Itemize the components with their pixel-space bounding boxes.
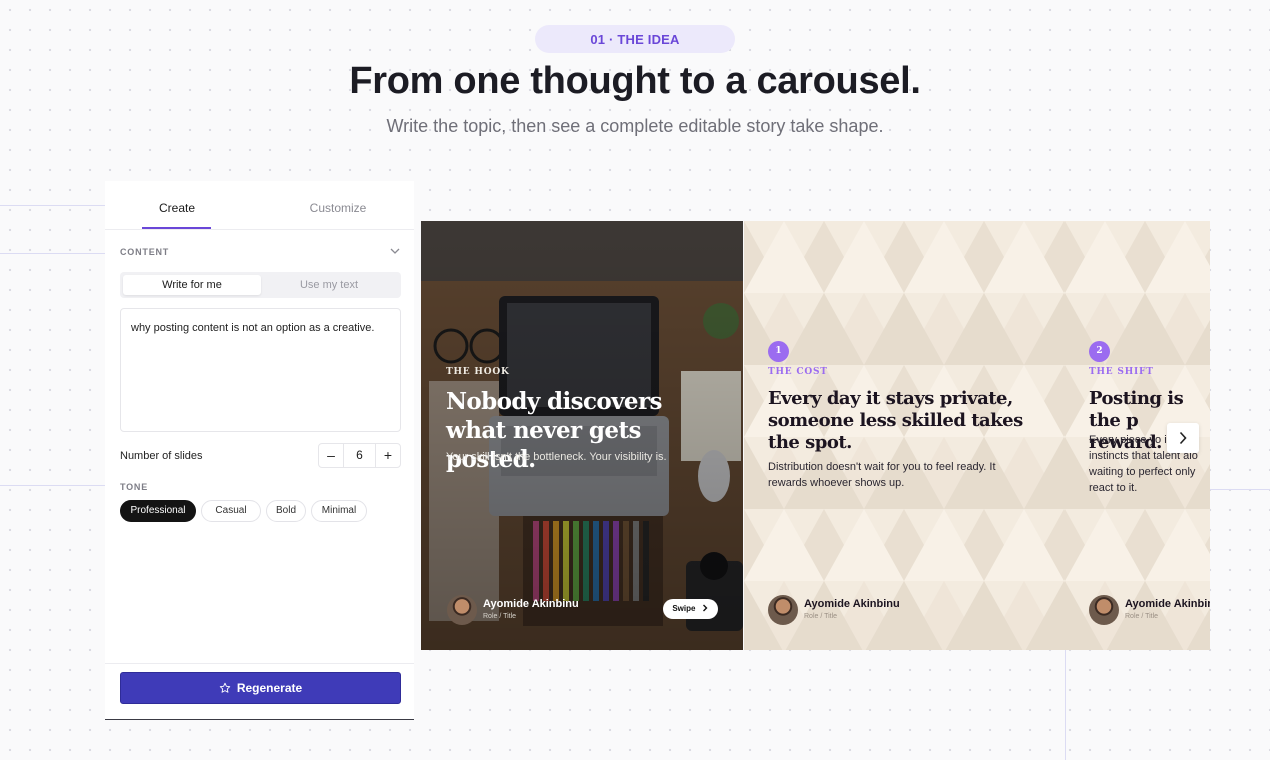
avatar [1089,595,1119,625]
swipe-label: Swipe [672,604,696,613]
slide-title: Every day it stays private, someone less… [768,388,1023,453]
swipe-button[interactable]: Swipe [663,599,718,619]
active-tab-indicator [142,227,211,229]
slide-hook[interactable]: THE HOOK Nobody discovers what never get… [421,221,743,650]
author-name: Ayomide Akinbinu [804,598,900,610]
slides-count-label: Number of slides [120,450,203,462]
slide-kicker: THE COST [768,367,828,377]
editor-panel: Create Customize CONTENT Write for me Us… [105,181,414,720]
slide-body: Distribution doesn't wait for you to fee… [768,461,996,489]
tone-chip-minimal[interactable]: Minimal [311,500,367,522]
chevron-right-icon [702,604,708,612]
slide-kicker: THE HOOK [446,367,510,377]
slide-cost[interactable]: 1 THE COST Every day it stays private, s… [744,221,1065,650]
decor-line [1210,489,1270,490]
mode-write-for-me[interactable]: Write for me [123,275,261,295]
tab-customize[interactable]: Customize [301,201,375,215]
page-title: From one thought to a carousel. [349,60,921,102]
avatar [447,595,477,625]
increment-button[interactable]: + [375,444,400,467]
decor-line [0,205,105,206]
slides-stepper: – 6 + [318,443,401,468]
tone-chip-professional[interactable]: Professional [120,500,196,522]
topic-input[interactable]: why posting content is not an option as … [120,308,401,432]
slide-number-badge: 2 [1089,341,1110,362]
chevron-down-icon[interactable] [389,245,401,257]
tone-section-label: TONE [120,482,149,492]
avatar [768,595,798,625]
panel-tabs: Create Customize [105,181,414,230]
author-role: Role / Title [804,613,838,620]
tab-create[interactable]: Create [143,201,211,215]
author-role: Role / Title [483,613,517,620]
mode-use-my-text[interactable]: Use my text [260,275,398,295]
author-name: Ayomide Akinbinu [483,598,579,610]
carousel-next-button[interactable] [1167,423,1199,453]
panel-divider [105,663,414,664]
content-section-label: CONTENT [120,247,170,257]
tone-chip-casual[interactable]: Casual [201,500,261,522]
chevron-right-icon [1179,431,1187,445]
tone-chip-bold[interactable]: Bold [266,500,306,522]
decor-line [0,485,105,486]
author-role: Role / Title [1125,613,1159,620]
slide-number-badge: 1 [768,341,789,362]
decor-line [1065,650,1066,760]
slides-count-value[interactable]: 6 [344,444,375,467]
content-mode-toggle: Write for me Use my text [120,272,401,298]
decor-line [0,253,105,254]
star-icon [219,682,231,693]
regenerate-button[interactable]: Regenerate [120,672,401,704]
slide-kicker: THE SHIFT [1089,367,1154,377]
slide-body: Your skill isn't the bottleneck. Your vi… [446,451,667,463]
regenerate-label: Regenerate [236,681,303,695]
section-eyebrow: 01 · THE IDEA [535,25,735,53]
page-subtitle: Write the topic, then see a complete edi… [386,116,884,136]
author-name: Ayomide Akinbin [1125,598,1210,610]
decrement-button[interactable]: – [319,444,344,467]
